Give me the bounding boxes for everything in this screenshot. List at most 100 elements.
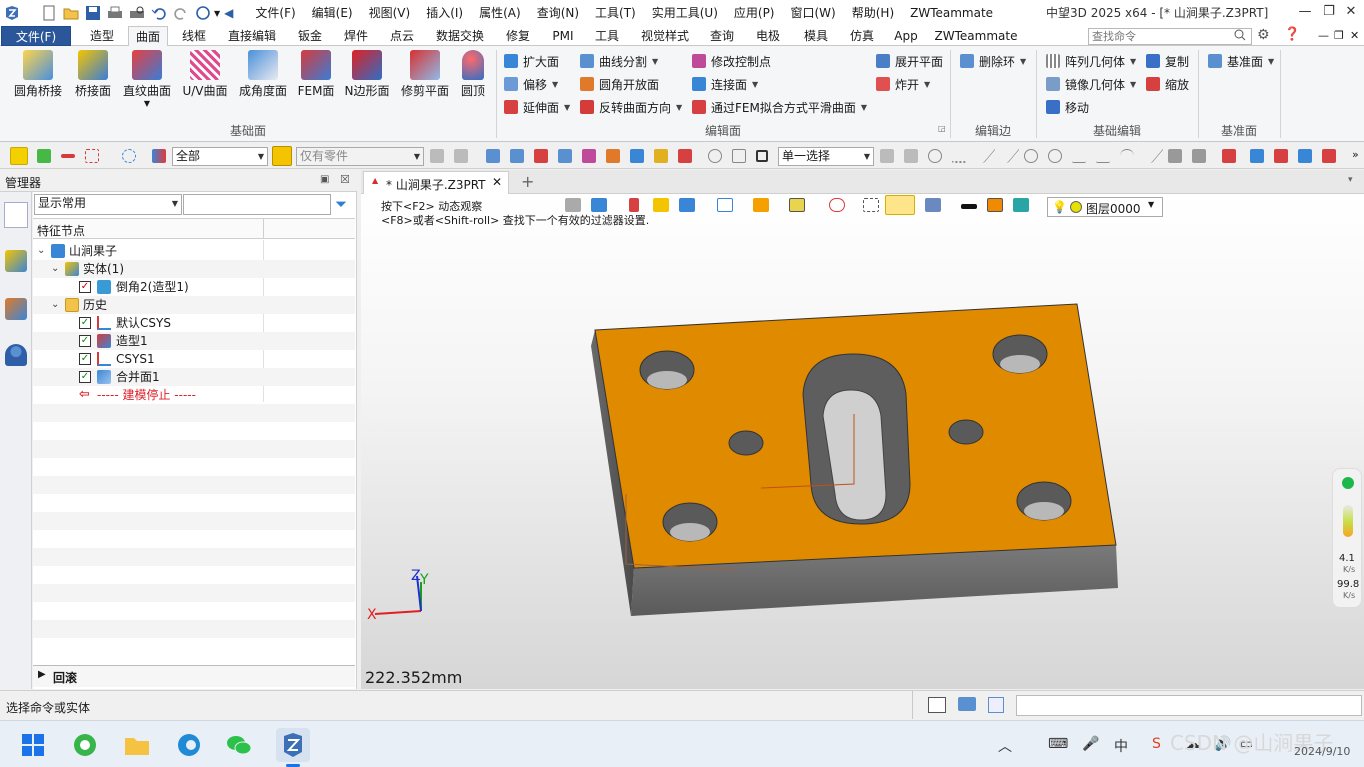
part-scope-icon[interactable] bbox=[272, 146, 292, 166]
tab-electrode[interactable]: 电极 bbox=[750, 26, 786, 46]
file-explorer-icon[interactable] bbox=[120, 728, 154, 762]
menu-help[interactable]: 帮助(H) bbox=[844, 0, 902, 26]
snap-point-icon[interactable] bbox=[880, 149, 894, 163]
tab-list-dropdown-icon[interactable]: ▾ bbox=[1348, 175, 1353, 185]
datum-plane-button[interactable]: 基准面 ▼ bbox=[1208, 52, 1274, 70]
keyboard-icon[interactable]: ⌨ bbox=[1048, 736, 1068, 752]
measure-icon[interactable] bbox=[1222, 149, 1236, 163]
restore-button[interactable]: ❐ bbox=[1318, 2, 1340, 22]
3d-viewport[interactable]: 按下<F2> 动态观察 <F8>或者<Shift-roll> 查找下一个有效的过… bbox=[361, 194, 1364, 689]
mirror-geometry-button[interactable]: 镜像几何体 ▼ bbox=[1046, 75, 1136, 93]
menu-tools[interactable]: 工具(T) bbox=[587, 0, 644, 26]
tab-repair[interactable]: 修复 bbox=[500, 26, 536, 46]
tree-node-csys1[interactable]: ✓ CSYS1 bbox=[33, 350, 355, 368]
pan-pick-icon[interactable] bbox=[732, 149, 746, 163]
save-icon[interactable] bbox=[85, 5, 101, 21]
snap-perpendicular-icon[interactable] bbox=[1138, 149, 1164, 163]
tab-modeling[interactable]: 造型 bbox=[84, 26, 120, 46]
tab-visual-style[interactable]: 视觉样式 bbox=[636, 26, 694, 46]
part-view-tab-icon[interactable] bbox=[5, 250, 27, 272]
visibility-checkbox[interactable]: ✓ bbox=[79, 371, 91, 383]
fem-smooth-dropdown-icon[interactable]: ▼ bbox=[861, 103, 867, 112]
csys-icon[interactable] bbox=[1322, 149, 1336, 163]
menu-insert[interactable]: 插入(I) bbox=[418, 0, 471, 26]
toolbar-overflow-icon[interactable]: » bbox=[1352, 148, 1359, 161]
tree-node-modeling-stop[interactable]: ⇦ ----- 建模停止 ----- bbox=[33, 386, 355, 404]
tab-sheet-metal[interactable]: 钣金 bbox=[292, 26, 328, 46]
close-button[interactable]: ✕ bbox=[1340, 2, 1362, 22]
angled-surface-button[interactable]: 成角度面 bbox=[236, 50, 290, 99]
display-icon[interactable] bbox=[958, 697, 976, 711]
pick-curve-icon[interactable] bbox=[582, 149, 596, 163]
curve-split-button[interactable]: 曲线分割 ▼ bbox=[580, 52, 658, 70]
microphone-icon[interactable]: 🎤 bbox=[1082, 736, 1099, 752]
search-icon[interactable] bbox=[1234, 29, 1246, 44]
tab-file[interactable]: 文件(F) bbox=[1, 26, 71, 46]
add-icon[interactable] bbox=[37, 149, 51, 163]
tree-node-merge-faces[interactable]: ✓ 合并面1 bbox=[33, 368, 355, 386]
ruled-surface-dropdown-icon[interactable]: ▼ bbox=[120, 99, 174, 108]
pick-edge-icon[interactable] bbox=[510, 149, 524, 163]
select-pointer-icon[interactable] bbox=[10, 147, 28, 165]
snap-center-icon[interactable] bbox=[1024, 149, 1038, 163]
cube-view-icon[interactable] bbox=[1298, 149, 1312, 163]
tab-surface[interactable]: 曲面 bbox=[128, 26, 168, 47]
pick-sketch-icon[interactable] bbox=[654, 149, 668, 163]
snap-dots-icon[interactable] bbox=[952, 149, 966, 163]
tree-node-shape1[interactable]: ✓ 造型1 bbox=[33, 332, 355, 350]
tab-app[interactable]: App bbox=[890, 26, 922, 46]
fillet-bridge-button[interactable]: 圆角桥接 bbox=[10, 50, 66, 99]
menu-utilities[interactable]: 实用工具(U) bbox=[644, 0, 726, 26]
open-file-icon[interactable] bbox=[63, 5, 79, 21]
menu-file[interactable]: 文件(F) bbox=[247, 0, 303, 26]
tree-search-input[interactable] bbox=[183, 194, 331, 215]
visibility-checkbox[interactable]: ✓ bbox=[79, 353, 91, 365]
offset-dropdown-icon[interactable]: ▼ bbox=[552, 80, 558, 89]
filter-type-select[interactable]: 全部 ▼ bbox=[172, 147, 268, 166]
filter-settings-icon[interactable] bbox=[430, 149, 444, 163]
uv-surface-button[interactable]: U/V曲面 bbox=[180, 50, 230, 99]
ribbon-restore-button[interactable]: ❐ bbox=[1334, 29, 1344, 42]
settings-gear-icon[interactable]: ⚙ bbox=[1257, 27, 1270, 43]
snap-face-icon[interactable] bbox=[1168, 149, 1182, 163]
snap-line2-icon[interactable] bbox=[994, 149, 1020, 163]
model-render[interactable] bbox=[361, 194, 1364, 689]
visibility-checkbox[interactable]: ✓ bbox=[79, 317, 91, 329]
analysis-icon[interactable] bbox=[1250, 149, 1264, 163]
history-tree-tab-icon[interactable] bbox=[4, 202, 28, 228]
remove-icon[interactable] bbox=[61, 154, 75, 158]
menu-zwteammate[interactable]: ZWTeammate bbox=[902, 0, 1001, 26]
filter-reset-icon[interactable] bbox=[454, 149, 468, 163]
help-icon[interactable]: ❓ bbox=[1284, 27, 1300, 42]
close-tab-icon[interactable]: ✕ bbox=[492, 175, 502, 189]
ribbon-close-button[interactable]: ✕ bbox=[1350, 29, 1359, 42]
reverse-surface-direction-button[interactable]: 反转曲面方向 ▼ bbox=[580, 98, 682, 116]
tree-node-root[interactable]: ⌄ 山涧果子 bbox=[33, 242, 355, 260]
quick-access-dropdown-icon[interactable]: ▼ bbox=[214, 9, 220, 18]
reverse-direction-dropdown-icon[interactable]: ▼ bbox=[676, 103, 682, 112]
menu-attribute[interactable]: 属性(A) bbox=[471, 0, 529, 26]
undo-icon[interactable] bbox=[151, 5, 167, 21]
tree-node-history[interactable]: ⌄ 历史 bbox=[33, 296, 355, 314]
collapse-chevron-icon[interactable]: ⌄ bbox=[51, 296, 59, 314]
command-line-icon[interactable] bbox=[928, 697, 946, 713]
print-preview-icon[interactable] bbox=[129, 5, 145, 21]
delete-loop-button[interactable]: 删除环 ▼ bbox=[960, 52, 1026, 70]
menu-edit[interactable]: 编辑(E) bbox=[304, 0, 361, 26]
box-select-icon[interactable] bbox=[85, 149, 99, 163]
visibility-checkbox[interactable]: ✓ bbox=[79, 335, 91, 347]
print-icon[interactable] bbox=[107, 5, 123, 21]
image-tab-icon[interactable] bbox=[5, 298, 27, 320]
scale-button[interactable]: 缩放 bbox=[1146, 75, 1189, 93]
snap-curve-icon[interactable] bbox=[1096, 149, 1110, 163]
pattern-geometry-button[interactable]: 阵列几何体 ▼ bbox=[1046, 52, 1136, 70]
sogou-icon[interactable]: S bbox=[1152, 736, 1161, 752]
collapse-chevron-icon[interactable]: ⌄ bbox=[37, 242, 45, 260]
trim-plane-button[interactable]: 修剪平面 bbox=[398, 50, 452, 99]
snap-grid-icon[interactable] bbox=[1192, 149, 1206, 163]
scope-select[interactable]: 仅有零件 ▼ bbox=[296, 147, 424, 166]
new-tab-icon[interactable]: + bbox=[521, 172, 534, 191]
offset-button[interactable]: 偏移 ▼ bbox=[504, 75, 558, 93]
tab-point-cloud[interactable]: 点云 bbox=[384, 26, 420, 46]
tab-weldment[interactable]: 焊件 bbox=[338, 26, 374, 46]
